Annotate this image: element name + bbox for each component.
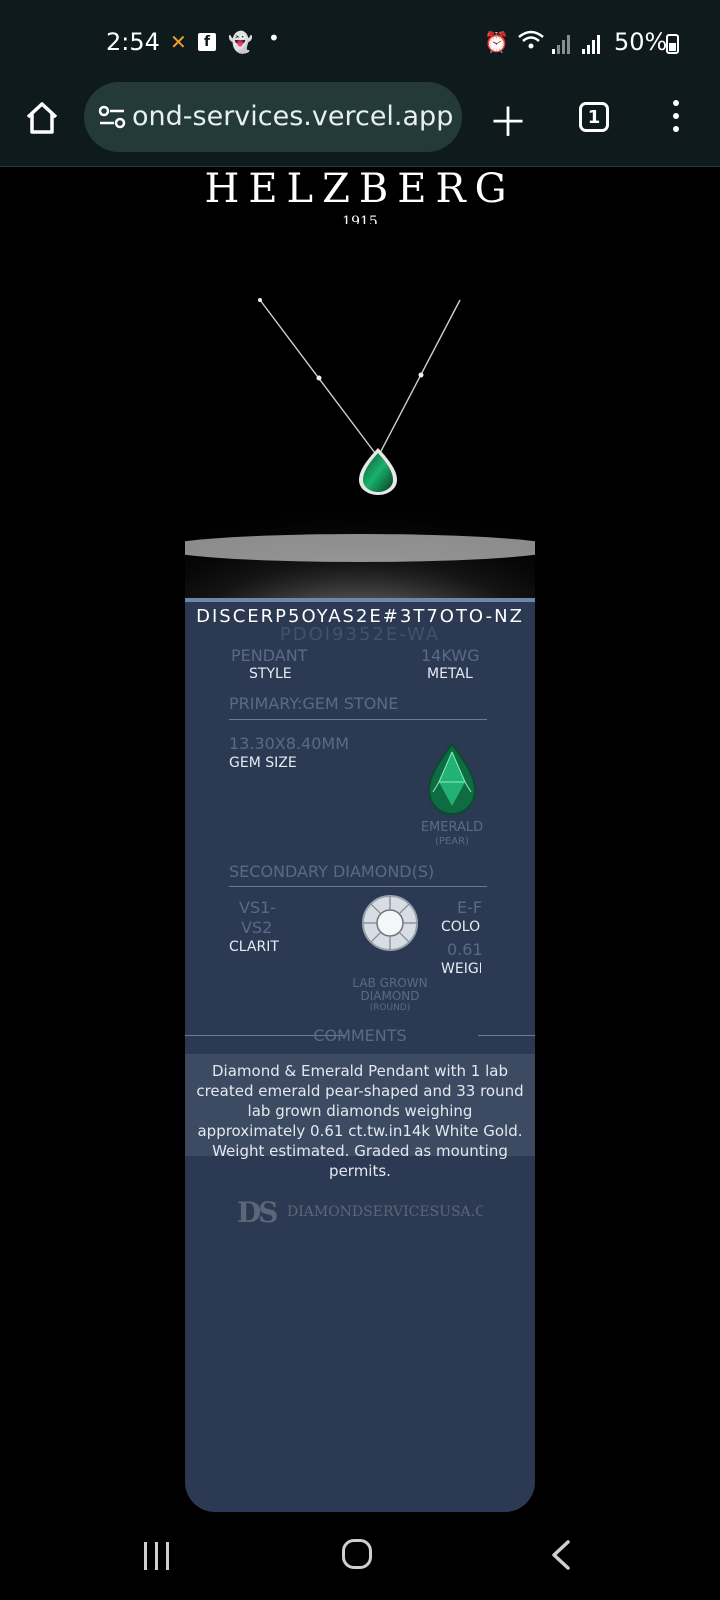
diamond-services-logo: DS bbox=[237, 1196, 278, 1229]
weight-label: WEIGH bbox=[441, 961, 481, 977]
status-bar: 2:54 ✕ f 👻 • ⏰ 50% bbox=[0, 0, 720, 88]
style-value: PENDANT bbox=[231, 646, 308, 665]
battery-percent: 50% bbox=[614, 28, 668, 56]
home-nav-button[interactable] bbox=[342, 1539, 372, 1569]
metal-label: METAL bbox=[427, 666, 473, 682]
diamond-services-site[interactable]: DIAMONDSERVICESUSA.COM bbox=[287, 1204, 483, 1220]
clarity-value-1: VS1- bbox=[239, 898, 277, 917]
brand-logo: HELZBERG bbox=[204, 166, 516, 212]
photo-divider bbox=[185, 598, 535, 602]
address-bar[interactable]: ond-services.vercel.app bbox=[84, 82, 462, 152]
facebook-icon: f bbox=[198, 33, 216, 51]
gem-shape: (PEAR) bbox=[435, 836, 469, 847]
gem-size-label: GEM SIZE bbox=[229, 755, 297, 771]
color-label: COLOF bbox=[441, 919, 481, 935]
metal-value: 14KWG bbox=[421, 646, 480, 665]
primary-gem-title: PRIMARY:GEM STONE bbox=[229, 694, 399, 713]
wifi-icon bbox=[518, 30, 544, 55]
weight-value: 0.61 bbox=[447, 940, 483, 959]
brand-year: 1915 bbox=[342, 214, 378, 224]
diamond-name-1: LAB GROWN bbox=[352, 976, 428, 990]
product-photo bbox=[185, 258, 535, 663]
primary-divider bbox=[229, 719, 487, 720]
alarm-icon: ⏰ bbox=[484, 30, 509, 54]
diamond-shape: (ROUND) bbox=[369, 1003, 411, 1013]
comments-divider-right bbox=[478, 1035, 535, 1036]
recent-apps-button[interactable] bbox=[144, 1542, 172, 1570]
new-tab-button[interactable]: ＋ bbox=[488, 90, 528, 148]
round-diamond-icon bbox=[362, 895, 418, 951]
gem-name: EMERALD bbox=[420, 820, 484, 835]
browser-toolbar: ond-services.vercel.app ＋ 1 bbox=[0, 78, 720, 167]
secondary-divider bbox=[229, 886, 487, 887]
secondary-diamond-title: SECONDARY DIAMOND(S) bbox=[229, 862, 435, 881]
signal-2-icon bbox=[582, 34, 604, 54]
gem-size-value: 13.30X8.40MM bbox=[229, 734, 349, 753]
clarity-value-2: VS2 bbox=[241, 918, 273, 937]
home-icon bbox=[26, 102, 58, 134]
system-nav-bar bbox=[0, 1512, 720, 1600]
emerald-pear-icon bbox=[427, 742, 477, 816]
certificate-code-ghost: PDOI9352E-WA bbox=[279, 624, 441, 645]
more-notifications-dot-icon: • bbox=[268, 26, 280, 50]
color-value: E-F bbox=[457, 898, 483, 917]
back-button[interactable] bbox=[548, 1540, 576, 1570]
comments-text: Diamond & Emerald Pendant with 1 lab cre… bbox=[196, 1062, 524, 1180]
battery-icon bbox=[666, 34, 679, 54]
home-button[interactable] bbox=[22, 98, 62, 138]
certificate-card: DISCERP5OYAS2E#3T7OTO-NZ PDOI9352E-WA PE… bbox=[185, 258, 535, 1512]
site-settings-icon[interactable] bbox=[98, 104, 126, 130]
snapchat-icon: 👻 bbox=[228, 30, 253, 54]
tab-switcher-button[interactable]: 1 bbox=[579, 102, 609, 132]
diamond-name-2: DIAMOND bbox=[360, 989, 420, 1003]
clarity-label: CLARIT bbox=[229, 939, 279, 955]
more-options-icon[interactable] bbox=[670, 100, 682, 136]
style-label: STYLE bbox=[249, 666, 292, 682]
url-text: ond-services.vercel.app bbox=[132, 101, 454, 132]
notification-icon: ✕ bbox=[170, 30, 187, 54]
signal-1-icon bbox=[552, 34, 574, 54]
status-time: 2:54 bbox=[106, 28, 160, 56]
